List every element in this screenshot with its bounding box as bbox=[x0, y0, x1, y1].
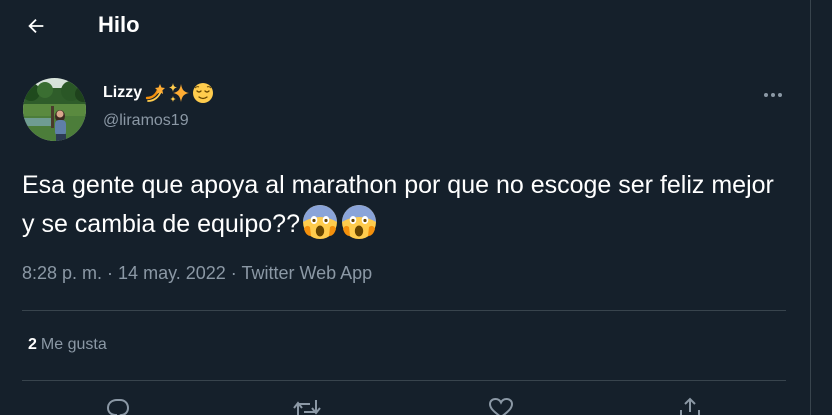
reply-icon bbox=[106, 399, 130, 415]
author-name[interactable]: Lizzy bbox=[103, 82, 214, 104]
like-button[interactable] bbox=[484, 396, 518, 415]
more-button[interactable] bbox=[760, 84, 786, 106]
divider bbox=[22, 310, 786, 311]
tweet-meta: 8:28 p. m. · 14 may. 2022 · Twitter Web … bbox=[22, 263, 372, 284]
author-name-text: Lizzy bbox=[103, 84, 143, 101]
dizzy-emoji bbox=[145, 84, 166, 102]
thread-header: Hilo bbox=[0, 0, 810, 53]
author-handle[interactable]: @liramos19 bbox=[103, 112, 189, 130]
sparkles-emoji bbox=[169, 83, 190, 102]
tweet-time[interactable]: 8:28 p. m. bbox=[22, 263, 102, 283]
arrow-left-icon bbox=[28, 18, 44, 34]
tweet-source[interactable]: Twitter Web App bbox=[241, 263, 372, 283]
back-button[interactable] bbox=[20, 10, 52, 42]
meta-separator: · bbox=[102, 263, 119, 283]
face-screaming-in-fear-emoji bbox=[302, 205, 337, 239]
divider bbox=[22, 380, 786, 381]
avatar[interactable] bbox=[23, 78, 86, 141]
like-icon bbox=[488, 397, 514, 415]
likes-count: 2 bbox=[28, 336, 37, 353]
likes-link[interactable]: 2 Me gusta bbox=[28, 336, 107, 354]
tweet-text: Esa gente que apoya al marathon por que … bbox=[22, 168, 792, 242]
retweet-button[interactable] bbox=[290, 396, 324, 415]
tweet-date[interactable]: 14 may. 2022 bbox=[118, 263, 226, 283]
more-horizontal-icon bbox=[764, 93, 782, 97]
relieved-face-emoji bbox=[193, 83, 214, 103]
tweet-text-content: Esa gente que apoya al marathon por que … bbox=[22, 171, 774, 238]
share-icon bbox=[680, 397, 700, 415]
face-screaming-in-fear-emoji bbox=[341, 205, 376, 239]
retweet-icon bbox=[293, 400, 321, 415]
reply-button[interactable] bbox=[101, 396, 135, 415]
share-button[interactable] bbox=[673, 396, 707, 415]
likes-label: Me gusta bbox=[40, 336, 107, 353]
page-title: Hilo bbox=[98, 12, 140, 37]
meta-separator: · bbox=[225, 263, 242, 283]
thread-page: Hilo Lizzy @liramos19 Esa gente que apoy… bbox=[0, 0, 832, 415]
column-border bbox=[810, 0, 811, 415]
avatar-image bbox=[23, 78, 86, 141]
